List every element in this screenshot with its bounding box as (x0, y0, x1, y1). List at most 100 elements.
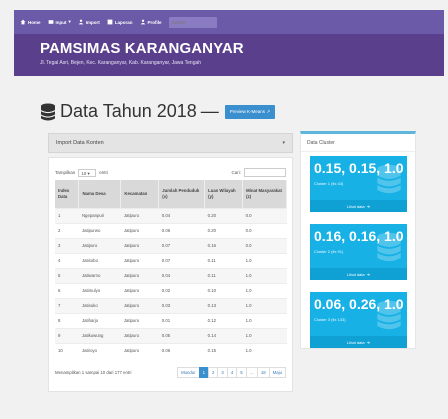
table-row: 4 Jatisobo Jatipuro 0.07 0.11 1.0 (55, 252, 287, 268)
table-cell: Ngepanpuri (78, 207, 121, 223)
cluster-more-label: Lihat data (347, 271, 365, 277)
table-cell: Jatipuro (120, 252, 159, 268)
cluster-box: 0.16, 0.16, 1.0 Cluster 2 (fix 91) Lihat d… (310, 224, 407, 280)
column-header[interactable]: Index Data (55, 180, 80, 208)
column-header[interactable]: Nama Desa (78, 180, 122, 208)
table-cell: Jatisobo (78, 252, 121, 268)
cluster-panel: Data Cluster 0.15, 0.15, 1.0 Cluster 1 (f… (300, 131, 416, 349)
column-header[interactable]: Kecamatan (120, 180, 160, 208)
table-cell: 0.0 (242, 222, 287, 238)
table-cell: 0.03 (158, 297, 205, 313)
arrow-circle-right-icon: ➔ (366, 339, 370, 345)
user-icon (140, 19, 145, 25)
home-icon (20, 19, 26, 25)
table-cell: 1.0 (242, 252, 287, 268)
table-cell: 1.0 (242, 342, 287, 358)
nav-input[interactable]: Input ▾ (48, 19, 71, 25)
table-cell: 0.12 (204, 312, 243, 328)
column-header[interactable]: Minat Masyarakat (z) (242, 180, 287, 208)
site-address: Jl. Tegal Asri, Bejen, Kec. Karanganyar,… (40, 60, 202, 66)
cluster-box: 0.15, 0.15, 1.0 Cluster 1 (fix 43) Lihat d… (310, 156, 407, 212)
nav-import[interactable]: Import (78, 19, 100, 25)
data-table-panel: Tampilkan 10 ▾ entri Cari: Index Data Na… (48, 157, 293, 392)
nav-import-label: Import (85, 19, 100, 25)
table-cell: Jatikuwung (78, 327, 121, 343)
table-cell: Jatipuro (120, 207, 159, 223)
cluster-label: Cluster 1 (fix 43) (314, 181, 344, 186)
nav-search-input[interactable] (168, 16, 217, 28)
chevron-down-icon: ▾ (68, 19, 71, 24)
preview-kmeans-label: Preview K-Means (229, 108, 266, 114)
top-navbar: Home Input ▾ Import Laporan Profile (14, 10, 444, 34)
column-header[interactable]: Luas Wilayah (y) (204, 180, 244, 208)
cluster-box: 0.06, 0.26, 1.0 Cluster 3 (fix 133) Lihat … (310, 292, 407, 348)
table-cell: 0.01 (158, 312, 205, 328)
length-select-value: 10 (81, 170, 87, 176)
cluster-centroid-value: 0.15, 0.15, 1.0 (314, 160, 404, 176)
table-cell: 1.0 (242, 267, 287, 283)
table-cell: 1.0 (242, 297, 287, 313)
search-control: Cari: (231, 168, 286, 177)
input-icon (48, 20, 53, 24)
show-label: Tampilkan (55, 170, 76, 175)
page-title-row: Data Tahun 2018 — Preview K-Means ↗ (40, 101, 276, 122)
table-cell: 0.16 (204, 237, 243, 253)
table-cell: 2 (55, 222, 79, 238)
table-cell: Jatipuro (120, 267, 159, 283)
table-cell: 0.05 (158, 327, 205, 343)
nav-home[interactable]: Home (20, 19, 41, 25)
external-link-icon: ↗ (266, 108, 271, 114)
table-cell: 4 (55, 252, 79, 268)
table-cell: 0.15 (204, 342, 243, 358)
preview-kmeans-button[interactable]: Preview K-Means ↗ (224, 104, 276, 119)
table-cell: 0.04 (158, 267, 205, 283)
table-cell: 1.0 (242, 327, 287, 343)
table-cell: Jatipuro (120, 297, 159, 313)
title-dash: — (200, 101, 219, 121)
nav-home-label: Home (28, 19, 41, 25)
table-cell: 1 (55, 207, 79, 223)
table-row: 6 Jatimulyo Jatipuro 0.02 0.10 1.0 (55, 282, 287, 298)
table-cell: Jatipurwo (78, 222, 121, 238)
header-banner: PAMSIMAS KARANGANYAR Jl. Tegal Asri, Bej… (14, 34, 444, 76)
cluster-panel-title: Data Cluster (301, 134, 415, 152)
page-button[interactable]: Maju (268, 367, 286, 378)
table-row: 2 Jatipurwo Jatipuro 0.06 0.20 0.0 (55, 222, 287, 238)
table-footer: Menampilkan 1 sampai 10 dari 177 entri M… (49, 358, 292, 378)
table-body: 1 Ngepanpuri Jatipuro 0.04 0.20 0.0 2 Jatipurwo… (55, 207, 287, 358)
table-cell: 1.0 (242, 312, 287, 328)
nav-profile[interactable]: Profile (140, 19, 162, 25)
import-panel-header[interactable]: Import Data Konten ▾ (48, 133, 293, 153)
table-cell: 0.13 (204, 297, 243, 313)
table-cell: Jatipuro (120, 312, 159, 328)
table-cell: 5 (55, 267, 79, 283)
cluster-centroid-value: 0.16, 0.16, 1.0 (314, 228, 404, 244)
table-cell: 0.20 (204, 207, 243, 223)
user-icon (78, 19, 84, 25)
page-button[interactable]: Mundur (177, 367, 200, 378)
table-search-input[interactable] (244, 168, 286, 177)
cluster-more-link[interactable]: Lihat data ➔ (310, 200, 407, 212)
search-label: Cari: (231, 170, 241, 175)
nav-laporan[interactable]: Laporan (107, 19, 133, 25)
table-info: Menampilkan 1 sampai 10 dari 177 entri (55, 370, 132, 375)
nav-input-label: Input (55, 19, 67, 25)
table-cell: 0.06 (158, 342, 205, 358)
table-row: 9 Jatikuwung Jatipuro 0.05 0.14 1.0 (55, 327, 287, 343)
table-cell: Jatipuro (120, 282, 159, 298)
table-cell: 0.02 (158, 282, 205, 298)
cluster-more-link[interactable]: Lihat data ➔ (310, 336, 407, 348)
table-cell: 0.0 (242, 237, 287, 253)
cluster-more-link[interactable]: Lihat data ➔ (310, 268, 407, 280)
arrow-circle-right-icon: ➔ (366, 271, 370, 277)
table-cell: 0.20 (204, 222, 243, 238)
table-row: 10 Jatiroyo Jatipuro 0.06 0.15 1.0 (55, 342, 287, 358)
column-header[interactable]: Jumlah Penduduk (x) (158, 180, 206, 208)
table-cell: 0.07 (158, 237, 205, 253)
length-select[interactable]: 10 ▾ (78, 168, 97, 177)
table-cell: 0.04 (158, 207, 205, 223)
table-cell: 0.11 (204, 267, 243, 283)
table-row: 8 Jatiharjo Jatipuro 0.01 0.12 1.0 (55, 312, 287, 328)
table-cell: Jatiwarno (78, 267, 121, 283)
cluster-centroid-value: 0.06, 0.26, 1.0 (314, 296, 404, 312)
